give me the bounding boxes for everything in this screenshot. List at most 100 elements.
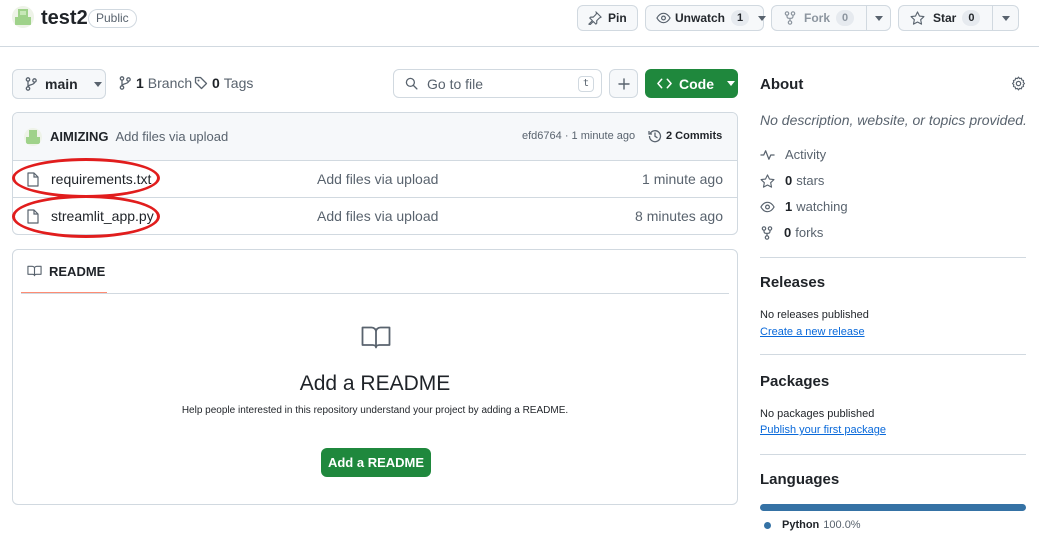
pin-label: Pin [608, 11, 627, 25]
commits-link[interactable]: 2 Commits [648, 129, 722, 143]
watch-counter: 1 [731, 10, 750, 26]
code-label: Code [679, 75, 714, 92]
book-icon [361, 326, 391, 349]
fork-counter: 0 [836, 10, 855, 26]
file-commit-message[interactable]: Add files via upload [317, 208, 438, 224]
eye-icon [760, 201, 775, 213]
go-to-file-input[interactable]: Go to file t [393, 69, 602, 98]
book-icon [27, 265, 42, 277]
releases-heading[interactable]: Releases [760, 274, 825, 291]
create-release-link[interactable]: Create a new release [760, 326, 865, 338]
packages-heading[interactable]: Packages [760, 373, 829, 390]
language-percent: 100.0% [823, 519, 861, 531]
fork-icon [784, 11, 796, 25]
code-button[interactable]: Code [645, 69, 738, 98]
star-label[interactable]: Star [933, 11, 956, 25]
visibility-badge: Public [88, 9, 137, 28]
latest-commit-bar: AIMIZING Add files via upload efd6764 · … [13, 113, 737, 161]
plus-icon [617, 77, 630, 90]
chevron-down-icon [1001, 15, 1010, 21]
fork-label[interactable]: Fork [804, 11, 830, 25]
header-divider [0, 46, 1039, 47]
code-icon [657, 78, 672, 89]
annotation-ellipse-streamlit [12, 195, 160, 238]
language-item-python[interactable]: Python 100.0% [764, 519, 861, 531]
branch-name: main [45, 76, 78, 92]
about-heading: About [760, 76, 804, 93]
file-commit-time: 8 minutes ago [635, 208, 723, 224]
chevron-down-icon [727, 81, 735, 86]
watching-count: 1 [785, 199, 793, 214]
forks-label: forks [795, 225, 824, 240]
readme-divider [21, 293, 729, 294]
keyboard-shortcut-hint: t [578, 76, 594, 92]
releases-empty-text: No releases published [760, 309, 869, 321]
forks-link[interactable]: 0 forks [761, 225, 823, 240]
pulse-icon [760, 149, 775, 161]
language-bar [760, 504, 1026, 511]
history-icon [648, 129, 662, 143]
readme-empty-description: Help people interested in this repositor… [181, 405, 569, 416]
unwatch-label: Unwatch [675, 11, 726, 25]
readme-empty-title: Add a README [299, 372, 451, 395]
stars-link[interactable]: 0 stars [760, 173, 824, 188]
file-commit-message[interactable]: Add files via upload [317, 171, 438, 187]
tags-link[interactable]: 0 Tags [194, 75, 253, 91]
language-bar-fill-python [760, 504, 1026, 511]
add-file-button[interactable] [609, 69, 638, 98]
unwatch-button[interactable]: Unwatch 1 [645, 5, 767, 31]
branch-icon [25, 77, 37, 91]
pin-button[interactable]: Pin [577, 5, 638, 31]
commits-label: 2 Commits [666, 130, 723, 142]
repo-name[interactable]: test2 [41, 6, 88, 30]
tag-count-label: Tags [223, 75, 254, 91]
packages-empty-text: No packages published [760, 408, 875, 420]
readme-panel: README Add a README Help people interest… [12, 249, 738, 505]
language-color-dot [764, 521, 771, 529]
gear-icon[interactable] [1011, 76, 1026, 91]
eye-icon [656, 12, 671, 24]
fork-dropdown[interactable] [866, 6, 890, 30]
tab-readme[interactable]: README [21, 250, 107, 294]
author-avatar[interactable] [24, 127, 42, 146]
commit-message[interactable]: Add files via upload [116, 129, 229, 144]
repo-avatar-icon [12, 6, 34, 28]
watching-link[interactable]: 1 watching [760, 199, 848, 214]
chevron-down-icon [874, 15, 883, 21]
activity-link[interactable]: Activity [760, 147, 826, 162]
file-commit-time: 1 minute ago [642, 171, 723, 187]
star-icon [760, 173, 775, 188]
about-description: No description, website, or topics provi… [760, 112, 1027, 128]
fork-button-group: Fork 0 [771, 5, 891, 31]
fork-icon [761, 225, 773, 240]
branch-selector[interactable]: main [12, 69, 106, 99]
star-dropdown[interactable] [992, 6, 1018, 30]
branch-count: 1 [136, 75, 144, 91]
branch-count-label: Branch [147, 75, 193, 91]
add-readme-button[interactable]: Add a README [321, 448, 431, 477]
sidebar-divider [760, 257, 1026, 258]
tag-icon [194, 76, 208, 90]
languages-heading: Languages [760, 471, 840, 488]
chevron-down-icon [93, 81, 102, 87]
go-to-file-placeholder: Go to file [427, 75, 484, 92]
sidebar-divider [760, 354, 1026, 355]
activity-label: Activity [785, 147, 827, 162]
chevron-down-icon [758, 15, 767, 21]
annotation-ellipse-requirements [12, 158, 160, 198]
commit-author[interactable]: AIMIZING [50, 129, 109, 144]
tag-count: 0 [212, 75, 220, 91]
readme-tab-label: README [49, 263, 106, 279]
branch-icon [119, 76, 131, 90]
star-counter: 0 [962, 10, 981, 26]
search-icon [405, 77, 418, 90]
star-icon [910, 11, 925, 25]
publish-package-link[interactable]: Publish your first package [760, 424, 886, 436]
commit-hash-time[interactable]: efd6764 · 1 minute ago [522, 130, 635, 142]
language-name: Python [782, 519, 820, 531]
branches-link[interactable]: 1 Branch [119, 75, 192, 91]
forks-count: 0 [784, 225, 792, 240]
pin-icon [588, 11, 602, 25]
stars-count: 0 [785, 173, 793, 188]
stars-label: stars [796, 173, 825, 188]
